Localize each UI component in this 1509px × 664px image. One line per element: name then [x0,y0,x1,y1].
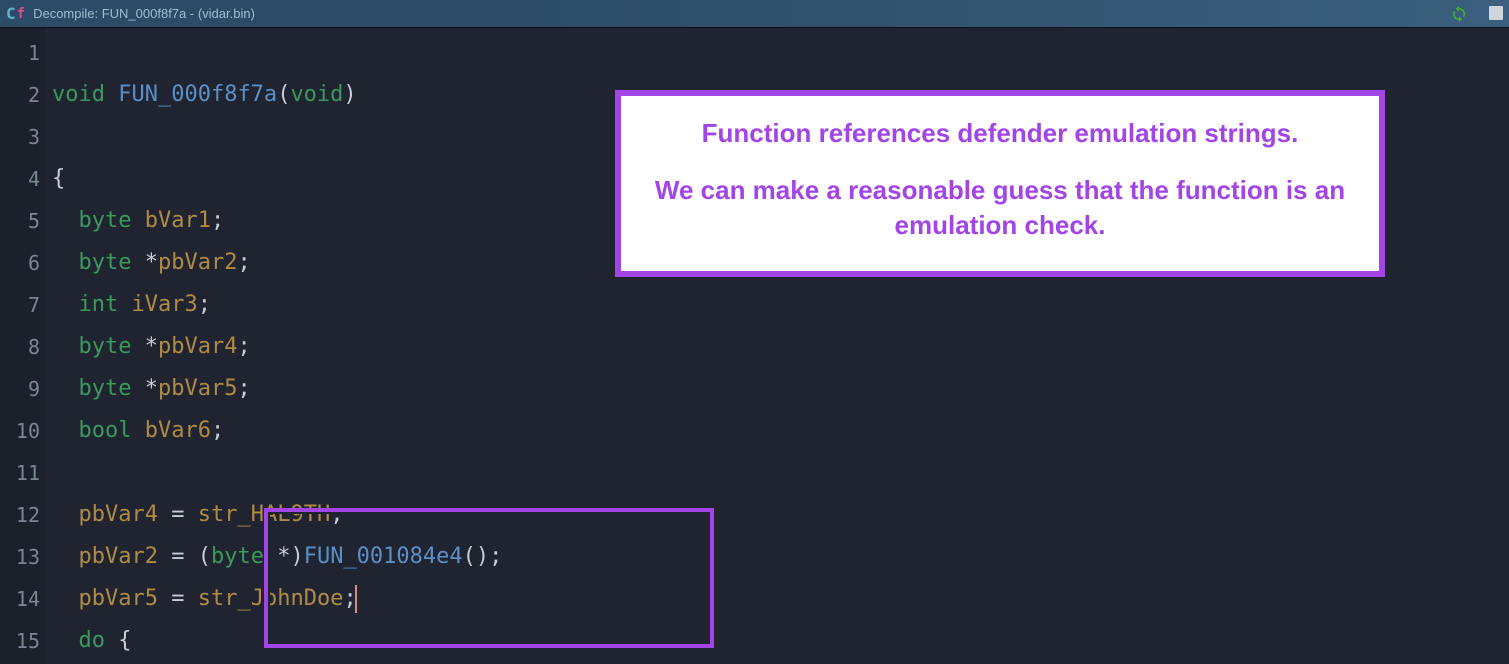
line-number: 12 [0,494,40,536]
token-punc [52,334,79,359]
token-punc: * [131,250,158,275]
token-punc: ; [237,250,250,275]
token-var: pbVar5 [79,586,158,611]
token-punc [52,250,79,275]
code-editor[interactable]: 123456789101112131415 void FUN_000f8f7a(… [0,28,1509,664]
token-punc: *) [264,544,304,569]
token-var: pbVar2 [79,544,158,569]
token-var: pbVar5 [158,376,237,401]
token-punc [105,82,118,107]
token-punc: ; [330,502,343,527]
token-str: str_JohnDoe [198,586,344,611]
code-line[interactable] [52,32,1509,74]
code-line[interactable]: pbVar2 = (byte *)FUN_001084e4(); [52,536,1509,578]
line-number: 6 [0,242,40,284]
decompile-icon-c: C [6,4,16,23]
code-line[interactable]: int iVar3; [52,284,1509,326]
token-punc: ) [343,82,356,107]
token-kw: do [79,628,106,653]
token-punc [52,502,79,527]
annotation-line-1: Function references defender emulation s… [645,116,1355,151]
token-kw: void [52,82,105,107]
token-punc [118,292,131,317]
titlebar: C f Decompile: FUN_000f8f7a - (vidar.bin… [0,0,1509,28]
token-fn: FUN_001084e4 [304,544,463,569]
refresh-icon [1450,5,1468,23]
line-number: 8 [0,326,40,368]
token-punc [52,586,79,611]
token-punc [52,628,79,653]
token-punc [131,208,144,233]
line-number: 10 [0,410,40,452]
code-line[interactable]: pbVar4 = str_HAL9TH; [52,494,1509,536]
token-fn: FUN_000f8f7a [118,82,277,107]
code-line[interactable]: byte *pbVar4; [52,326,1509,368]
token-var: pbVar2 [158,250,237,275]
token-punc: * [131,376,158,401]
token-punc [52,292,79,317]
token-punc: (); [463,544,503,569]
token-punc: ; [237,376,250,401]
token-punc: ; [198,292,211,317]
token-kw: byte [79,208,132,233]
line-number: 4 [0,158,40,200]
token-punc [52,208,79,233]
line-number: 14 [0,578,40,620]
token-str: str_HAL9TH [198,502,330,527]
token-var: bVar6 [145,418,211,443]
line-number: 5 [0,200,40,242]
token-var: pbVar4 [79,502,158,527]
line-number: 11 [0,452,40,494]
token-kw: int [79,292,119,317]
token-kw: byte [79,334,132,359]
token-punc: ; [237,334,250,359]
code-line[interactable] [52,452,1509,494]
code-line[interactable]: byte *pbVar5; [52,368,1509,410]
line-number: 2 [0,74,40,116]
code-line[interactable]: pbVar5 = str_JohnDoe; [52,578,1509,620]
token-punc: ; [211,208,224,233]
token-punc [52,544,79,569]
annotation-callout: Function references defender emulation s… [615,90,1385,277]
token-punc [52,418,79,443]
line-number: 7 [0,284,40,326]
token-punc: = ( [158,544,211,569]
token-var: pbVar4 [158,334,237,359]
token-kw: byte [79,250,132,275]
token-punc: * [131,334,158,359]
token-punc: { [52,166,65,191]
window-title: Decompile: FUN_000f8f7a - (vidar.bin) [33,6,255,21]
token-kw: byte [79,376,132,401]
code-line[interactable]: bool bVar6; [52,410,1509,452]
token-kw: bool [79,418,132,443]
token-var: bVar1 [145,208,211,233]
token-punc: ( [277,82,290,107]
line-number: 3 [0,116,40,158]
token-punc: = [158,586,198,611]
token-kw: void [290,82,343,107]
annotation-line-2: We can make a reasonable guess that the … [645,173,1355,243]
token-kw: byte [211,544,264,569]
token-punc [52,376,79,401]
line-number: 13 [0,536,40,578]
line-number-gutter: 123456789101112131415 [0,28,46,664]
decompile-icon-f: f [17,6,25,22]
line-number: 15 [0,620,40,662]
token-punc: ; [211,418,224,443]
token-punc [131,418,144,443]
token-punc: { [105,628,132,653]
code-line[interactable]: do { [52,620,1509,662]
line-number: 1 [0,32,40,74]
line-number: 9 [0,368,40,410]
text-cursor [355,585,357,613]
token-punc: = [158,502,198,527]
token-var: iVar3 [132,292,198,317]
refresh-button[interactable] [1449,4,1469,24]
window-control[interactable] [1489,6,1503,20]
